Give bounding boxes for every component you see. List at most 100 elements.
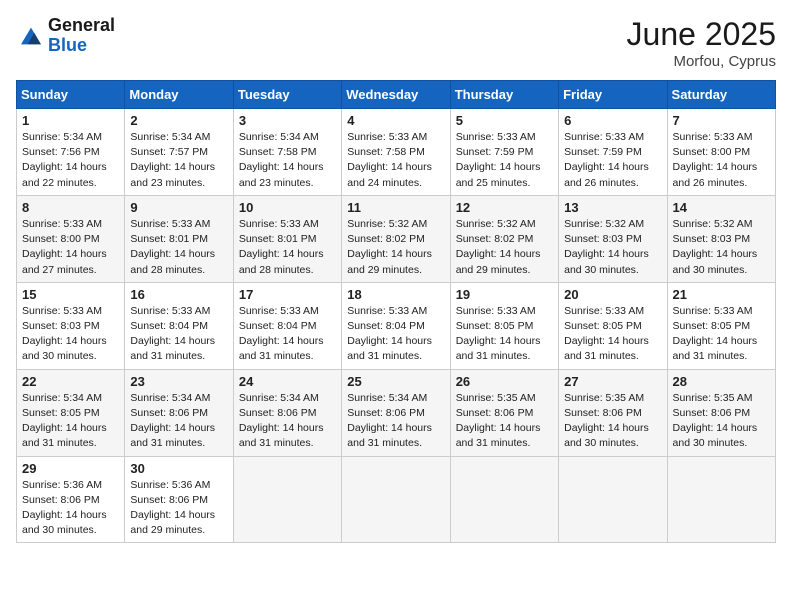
day-info: Sunrise: 5:33 AMSunset: 8:00 PMDaylight:…: [673, 131, 758, 189]
day-info: Sunrise: 5:32 AMSunset: 8:02 PMDaylight:…: [347, 218, 432, 276]
weekday-header: Saturday: [667, 81, 775, 109]
day-number: 2: [130, 113, 227, 128]
calendar-cell: 9 Sunrise: 5:33 AMSunset: 8:01 PMDayligh…: [125, 195, 233, 282]
day-number: 14: [673, 200, 770, 215]
calendar-cell: 20 Sunrise: 5:33 AMSunset: 8:05 PMDaylig…: [559, 282, 667, 369]
day-number: 28: [673, 374, 770, 389]
page-header: General Blue June 2025 Morfou, Cyprus: [16, 16, 776, 70]
day-info: Sunrise: 5:33 AMSunset: 8:03 PMDaylight:…: [22, 305, 107, 363]
day-info: Sunrise: 5:33 AMSunset: 8:01 PMDaylight:…: [130, 218, 215, 276]
calendar-cell: [667, 456, 775, 543]
day-number: 5: [456, 113, 553, 128]
day-info: Sunrise: 5:32 AMSunset: 8:02 PMDaylight:…: [456, 218, 541, 276]
day-number: 16: [130, 287, 227, 302]
day-number: 7: [673, 113, 770, 128]
calendar-cell: [450, 456, 558, 543]
day-info: Sunrise: 5:35 AMSunset: 8:06 PMDaylight:…: [673, 392, 758, 450]
day-number: 27: [564, 374, 661, 389]
day-info: Sunrise: 5:36 AMSunset: 8:06 PMDaylight:…: [22, 479, 107, 537]
calendar-cell: 17 Sunrise: 5:33 AMSunset: 8:04 PMDaylig…: [233, 282, 341, 369]
calendar-cell: 19 Sunrise: 5:33 AMSunset: 8:05 PMDaylig…: [450, 282, 558, 369]
day-number: 24: [239, 374, 336, 389]
calendar-table: SundayMondayTuesdayWednesdayThursdayFrid…: [16, 80, 776, 543]
day-info: Sunrise: 5:33 AMSunset: 8:05 PMDaylight:…: [456, 305, 541, 363]
day-info: Sunrise: 5:35 AMSunset: 8:06 PMDaylight:…: [564, 392, 649, 450]
calendar-cell: 6 Sunrise: 5:33 AMSunset: 7:59 PMDayligh…: [559, 109, 667, 196]
day-info: Sunrise: 5:33 AMSunset: 7:58 PMDaylight:…: [347, 131, 432, 189]
day-number: 11: [347, 200, 444, 215]
calendar-cell: 1 Sunrise: 5:34 AMSunset: 7:56 PMDayligh…: [17, 109, 125, 196]
day-number: 13: [564, 200, 661, 215]
day-number: 26: [456, 374, 553, 389]
day-info: Sunrise: 5:33 AMSunset: 8:01 PMDaylight:…: [239, 218, 324, 276]
calendar-cell: 18 Sunrise: 5:33 AMSunset: 8:04 PMDaylig…: [342, 282, 450, 369]
logo-icon: [16, 21, 46, 51]
calendar-cell: 15 Sunrise: 5:33 AMSunset: 8:03 PMDaylig…: [17, 282, 125, 369]
day-info: Sunrise: 5:32 AMSunset: 8:03 PMDaylight:…: [564, 218, 649, 276]
calendar-cell: 28 Sunrise: 5:35 AMSunset: 8:06 PMDaylig…: [667, 369, 775, 456]
calendar-cell: [233, 456, 341, 543]
day-info: Sunrise: 5:34 AMSunset: 8:06 PMDaylight:…: [239, 392, 324, 450]
month-title: June 2025: [627, 16, 776, 53]
weekday-header: Wednesday: [342, 81, 450, 109]
weekday-header: Sunday: [17, 81, 125, 109]
calendar-cell: 23 Sunrise: 5:34 AMSunset: 8:06 PMDaylig…: [125, 369, 233, 456]
calendar-cell: 27 Sunrise: 5:35 AMSunset: 8:06 PMDaylig…: [559, 369, 667, 456]
title-block: June 2025 Morfou, Cyprus: [627, 16, 776, 70]
calendar-cell: 11 Sunrise: 5:32 AMSunset: 8:02 PMDaylig…: [342, 195, 450, 282]
calendar-cell: 16 Sunrise: 5:33 AMSunset: 8:04 PMDaylig…: [125, 282, 233, 369]
day-info: Sunrise: 5:34 AMSunset: 8:05 PMDaylight:…: [22, 392, 107, 450]
day-number: 3: [239, 113, 336, 128]
day-number: 22: [22, 374, 119, 389]
day-info: Sunrise: 5:33 AMSunset: 8:04 PMDaylight:…: [130, 305, 215, 363]
calendar-cell: 21 Sunrise: 5:33 AMSunset: 8:05 PMDaylig…: [667, 282, 775, 369]
day-number: 25: [347, 374, 444, 389]
day-info: Sunrise: 5:34 AMSunset: 8:06 PMDaylight:…: [347, 392, 432, 450]
logo: General Blue: [16, 16, 115, 56]
day-info: Sunrise: 5:33 AMSunset: 8:05 PMDaylight:…: [673, 305, 758, 363]
day-number: 9: [130, 200, 227, 215]
day-number: 6: [564, 113, 661, 128]
weekday-header: Friday: [559, 81, 667, 109]
calendar-cell: 25 Sunrise: 5:34 AMSunset: 8:06 PMDaylig…: [342, 369, 450, 456]
day-info: Sunrise: 5:34 AMSunset: 8:06 PMDaylight:…: [130, 392, 215, 450]
day-number: 8: [22, 200, 119, 215]
calendar-cell: 13 Sunrise: 5:32 AMSunset: 8:03 PMDaylig…: [559, 195, 667, 282]
day-info: Sunrise: 5:33 AMSunset: 8:04 PMDaylight:…: [347, 305, 432, 363]
day-number: 30: [130, 461, 227, 476]
calendar-cell: [342, 456, 450, 543]
calendar-week-row: 22 Sunrise: 5:34 AMSunset: 8:05 PMDaylig…: [17, 369, 776, 456]
day-number: 19: [456, 287, 553, 302]
calendar-cell: 22 Sunrise: 5:34 AMSunset: 8:05 PMDaylig…: [17, 369, 125, 456]
calendar-cell: 12 Sunrise: 5:32 AMSunset: 8:02 PMDaylig…: [450, 195, 558, 282]
calendar-cell: 24 Sunrise: 5:34 AMSunset: 8:06 PMDaylig…: [233, 369, 341, 456]
calendar-cell: 10 Sunrise: 5:33 AMSunset: 8:01 PMDaylig…: [233, 195, 341, 282]
calendar-cell: 30 Sunrise: 5:36 AMSunset: 8:06 PMDaylig…: [125, 456, 233, 543]
calendar-week-row: 8 Sunrise: 5:33 AMSunset: 8:00 PMDayligh…: [17, 195, 776, 282]
weekday-header: Thursday: [450, 81, 558, 109]
day-number: 15: [22, 287, 119, 302]
calendar-week-row: 1 Sunrise: 5:34 AMSunset: 7:56 PMDayligh…: [17, 109, 776, 196]
weekday-header: Tuesday: [233, 81, 341, 109]
day-info: Sunrise: 5:34 AMSunset: 7:56 PMDaylight:…: [22, 131, 107, 189]
calendar-cell: 5 Sunrise: 5:33 AMSunset: 7:59 PMDayligh…: [450, 109, 558, 196]
day-number: 1: [22, 113, 119, 128]
day-info: Sunrise: 5:33 AMSunset: 8:00 PMDaylight:…: [22, 218, 107, 276]
logo-blue-text: Blue: [48, 36, 115, 56]
day-number: 18: [347, 287, 444, 302]
day-info: Sunrise: 5:33 AMSunset: 7:59 PMDaylight:…: [564, 131, 649, 189]
day-number: 4: [347, 113, 444, 128]
calendar-header-row: SundayMondayTuesdayWednesdayThursdayFrid…: [17, 81, 776, 109]
day-info: Sunrise: 5:33 AMSunset: 8:04 PMDaylight:…: [239, 305, 324, 363]
location: Morfou, Cyprus: [627, 53, 776, 70]
calendar-cell: 8 Sunrise: 5:33 AMSunset: 8:00 PMDayligh…: [17, 195, 125, 282]
day-info: Sunrise: 5:34 AMSunset: 7:57 PMDaylight:…: [130, 131, 215, 189]
day-info: Sunrise: 5:33 AMSunset: 7:59 PMDaylight:…: [456, 131, 541, 189]
day-number: 21: [673, 287, 770, 302]
day-info: Sunrise: 5:33 AMSunset: 8:05 PMDaylight:…: [564, 305, 649, 363]
calendar-cell: 14 Sunrise: 5:32 AMSunset: 8:03 PMDaylig…: [667, 195, 775, 282]
day-info: Sunrise: 5:35 AMSunset: 8:06 PMDaylight:…: [456, 392, 541, 450]
calendar-cell: 29 Sunrise: 5:36 AMSunset: 8:06 PMDaylig…: [17, 456, 125, 543]
calendar-cell: 3 Sunrise: 5:34 AMSunset: 7:58 PMDayligh…: [233, 109, 341, 196]
day-number: 23: [130, 374, 227, 389]
